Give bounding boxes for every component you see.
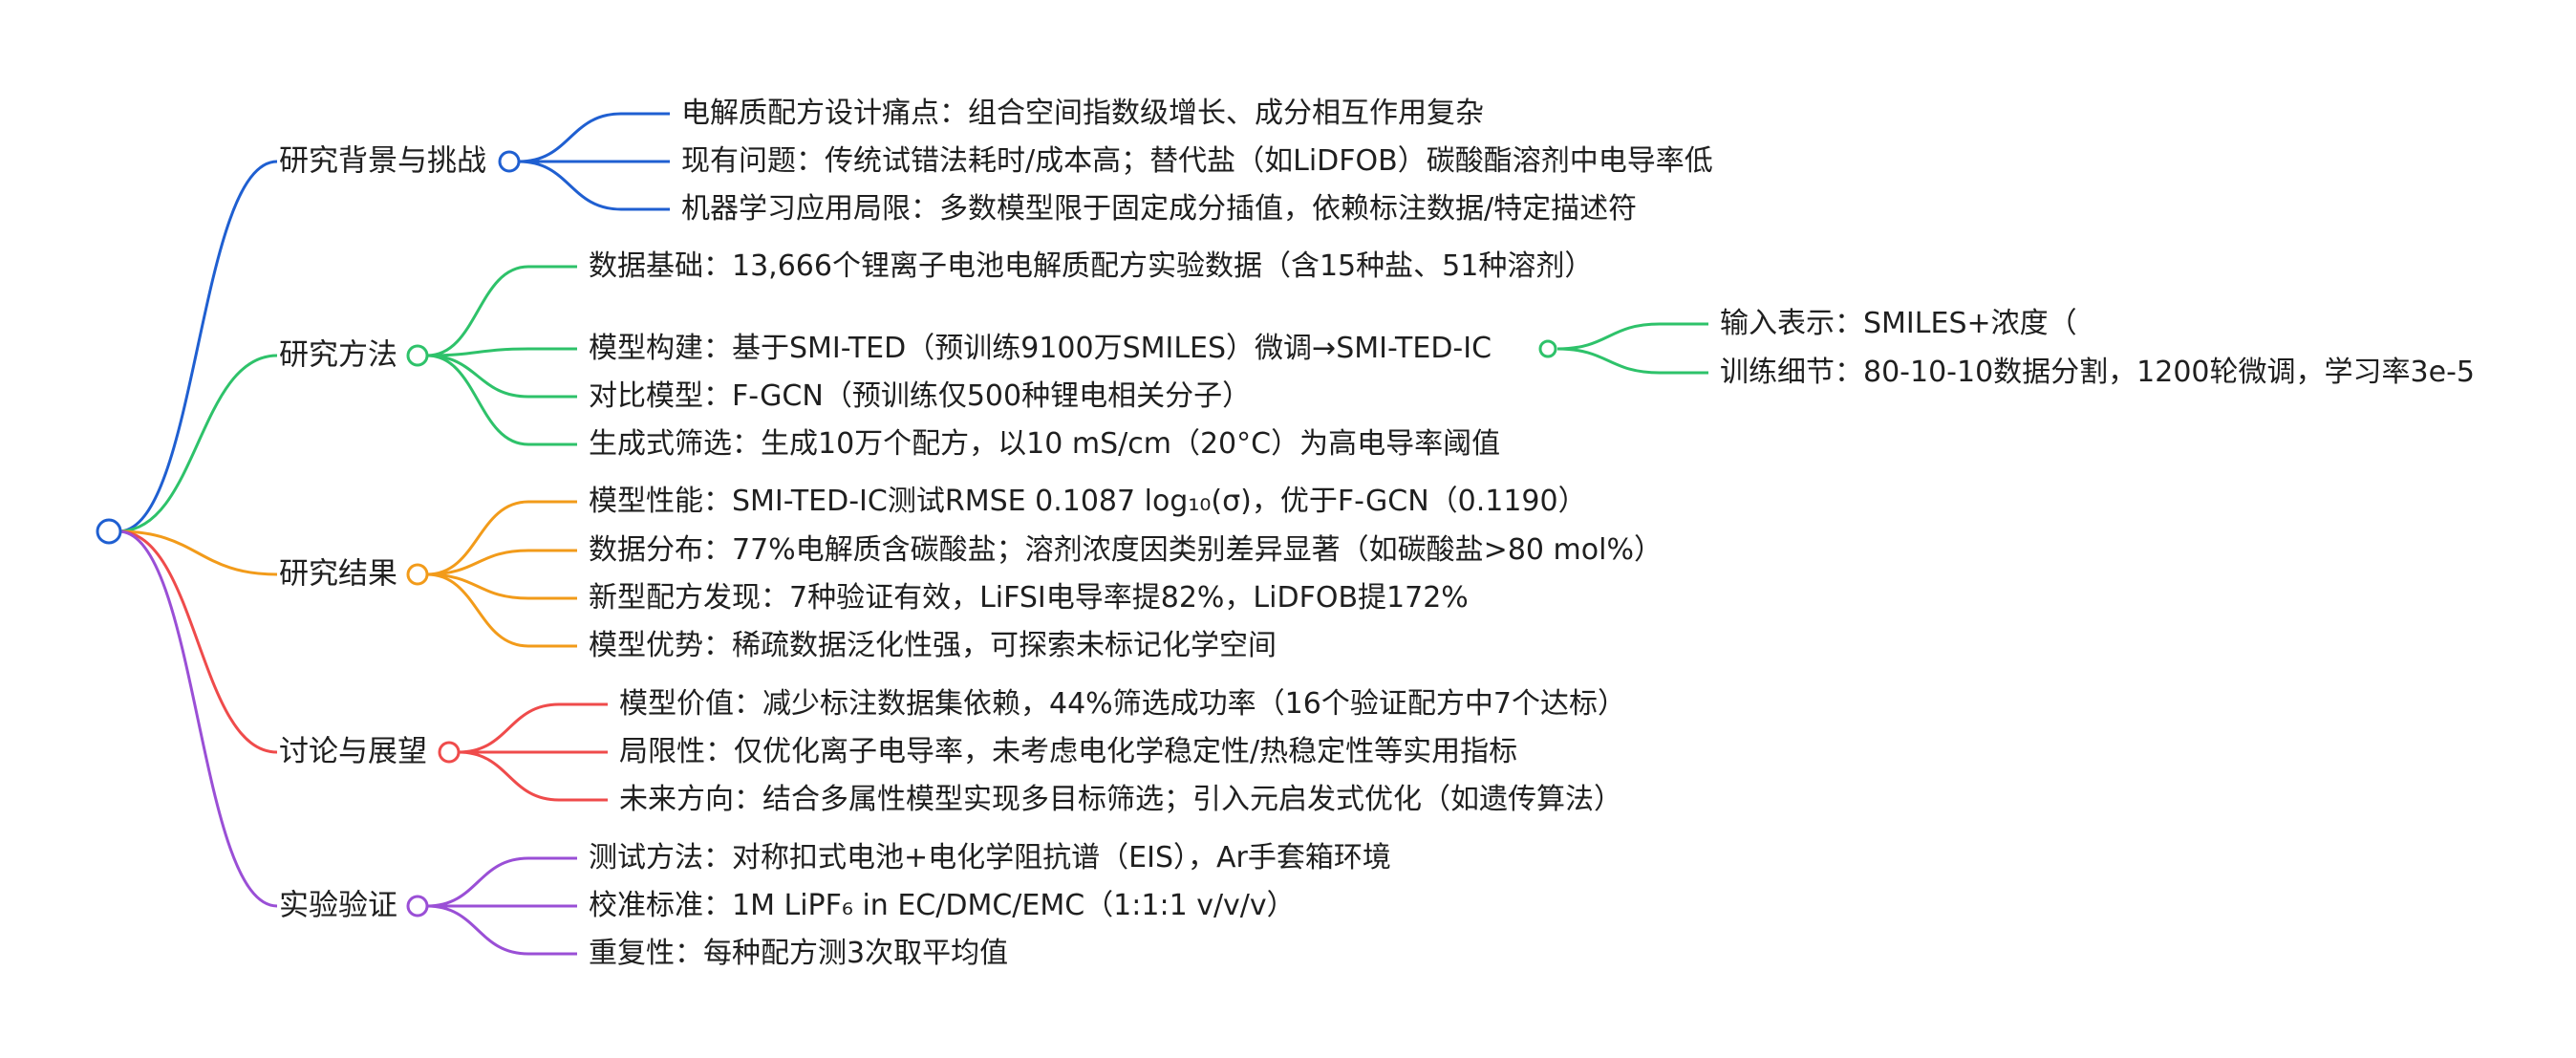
branch-node-circle[interactable] xyxy=(498,150,521,173)
branch-connector xyxy=(118,160,278,533)
branch-label-results[interactable]: 研究结果 xyxy=(279,559,397,590)
branch-node-circle[interactable] xyxy=(406,895,429,918)
subbranch-node-circle[interactable] xyxy=(1538,339,1557,358)
branch-label-discussion[interactable]: 讨论与展望 xyxy=(279,737,427,767)
leaf-label[interactable]: 模型优势：稀疏数据泛化性强，可探索未标记化学空间 xyxy=(589,632,1277,660)
branch-label-experiment[interactable]: 实验验证 xyxy=(279,891,397,921)
leaf-label[interactable]: 机器学习应用局限：多数模型限于固定成分插值，依赖标注数据/特定描述符 xyxy=(681,195,1637,224)
leaf-label[interactable]: 测试方法：对称扣式电池+电化学阻抗谱（EIS），Ar手套箱环境 xyxy=(589,844,1391,873)
leaf-connector xyxy=(426,265,529,357)
leaf-connector xyxy=(458,750,560,802)
subleaf-label[interactable]: 训练细节：80-10-10数据分割，1200轮微调，学习率3e-5 xyxy=(1720,358,2475,387)
leaf-label[interactable]: 数据分布：77%电解质含碳酸盐；溶剂浓度因类别差异显著（如碳酸盐>80 mol%… xyxy=(589,536,1663,565)
leaf-connector xyxy=(426,354,529,399)
leaf-label[interactable]: 未来方向：结合多属性模型实现多目标筛选；引入元启发式优化（如遗传算法） xyxy=(619,786,1622,814)
leaf-label[interactable]: 模型构建：基于SMI-TED（预训练9100万SMILES）微调→SMI-TED… xyxy=(589,335,1492,363)
branch-label-background[interactable]: 研究背景与挑战 xyxy=(279,146,486,177)
leaf-label[interactable]: 数据基础：13,666个锂离子电池电解质配方实验数据（含15种盐、51种溶剂） xyxy=(589,252,1593,281)
leaf-connector xyxy=(458,702,560,754)
leaf-label[interactable]: 现有问题：传统试错法耗时/成本高；替代盐（如LiDFOB）碳酸酯溶剂中电导率低 xyxy=(681,147,1713,176)
leaf-connector xyxy=(426,354,529,446)
branch-node-circle[interactable] xyxy=(406,563,429,586)
root-node-circle[interactable] xyxy=(96,518,122,545)
leaf-label[interactable]: 生成式筛选：生成10万个配方，以10 mS/cm（20°C）为高电导率阈值 xyxy=(589,430,1500,459)
leaf-label[interactable]: 模型性能：SMI-TED-IC测试RMSE 0.1087 log₁₀(σ)，优于… xyxy=(589,487,1587,516)
branch-node-circle[interactable] xyxy=(406,344,429,367)
subleaf-label[interactable]: 输入表示：SMILES+浓度（ xyxy=(1720,310,2077,338)
leaf-label[interactable]: 重复性：每种配方测3次取平均值 xyxy=(589,939,1008,968)
branch-label-methods[interactable]: 研究方法 xyxy=(279,340,397,371)
leaf-connector xyxy=(518,160,622,211)
leaf-label[interactable]: 模型价值：减少标注数据集依赖，44%筛选成功率（16个验证配方中7个达标） xyxy=(619,690,1626,719)
leaf-label[interactable]: 对比模型：F-GCN（预训练仅500种锂电相关分子） xyxy=(589,382,1251,411)
leaf-connector xyxy=(518,112,622,163)
leaf-label[interactable]: 电解质配方设计痛点：组合空间指数级增长、成分相互作用复杂 xyxy=(681,99,1484,128)
leaf-label[interactable]: 校准标准：1M LiPF₆ in EC/DMC/EMC（1:1:1 v/v/v） xyxy=(589,892,1296,920)
leaf-connector xyxy=(426,856,529,908)
branch-node-circle[interactable] xyxy=(438,741,461,764)
leaf-label[interactable]: 局限性：仅优化离子电导率，未考虑电化学稳定性/热稳定性等实用指标 xyxy=(619,738,1517,767)
branch-connector xyxy=(118,529,278,908)
leaf-connector xyxy=(426,904,529,956)
subleaf-connector xyxy=(1556,322,1661,351)
branch-connector xyxy=(118,354,278,533)
leaf-label[interactable]: 新型配方发现：7种验证有效，LiFSI电导率提82%，LiDFOB提172% xyxy=(589,584,1469,613)
subleaf-connector xyxy=(1556,347,1661,375)
